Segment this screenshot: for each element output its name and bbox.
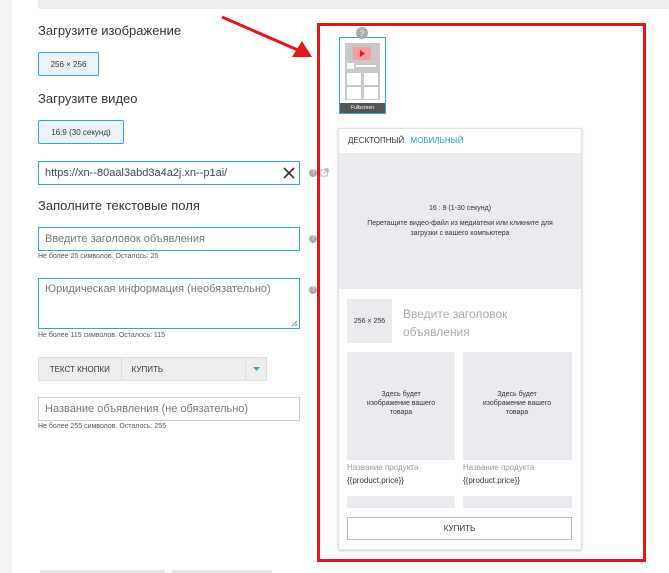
- video-ratio-text: 16 : 9 (1-30 секунд): [428, 205, 492, 212]
- fullscreen-format-thumbnail[interactable]: Fullscreen: [339, 37, 386, 114]
- tab-desktop[interactable]: ДЕСКТОПНЫЙ: [348, 136, 404, 145]
- image-size-button[interactable]: 256 × 256: [38, 52, 99, 76]
- url-help-icon[interactable]: ?: [309, 169, 317, 177]
- logo-placeholder[interactable]: 256 × 256: [347, 299, 392, 343]
- text-fields-heading: Заполните текстовые поля: [38, 198, 200, 213]
- video-ratio-button[interactable]: 16:9 (30 секунд): [38, 120, 124, 144]
- legal-info-placeholder: Юридическая информация (необязательно): [45, 283, 271, 295]
- title-hint: Не более 25 символов. Осталось: 25: [38, 253, 159, 260]
- resize-handle-icon[interactable]: [291, 320, 298, 327]
- legal-help-icon[interactable]: ?: [309, 286, 317, 294]
- cta-value: КУПИТЬ: [122, 358, 247, 380]
- ad-name-placeholder: Название объявления (не обязательно): [45, 403, 249, 415]
- product-price-1: {{product.price}}: [347, 476, 404, 485]
- fullscreen-badge: Fullscreen: [340, 103, 385, 113]
- legal-info-textarea[interactable]: Юридическая информация (необязательно): [38, 278, 300, 329]
- buy-button[interactable]: КУПИТЬ: [347, 517, 572, 540]
- url-input[interactable]: https://xn--80aal3abd3a4a2j.xn--p1ai/: [38, 161, 300, 185]
- thumb-screen: [345, 43, 380, 100]
- annotation-arrow: [221, 15, 312, 57]
- product-image-3: [347, 496, 455, 508]
- product-image-4: [463, 496, 572, 508]
- video-instruction-text: Перетащите видео-файл из медиатеки или к…: [367, 220, 553, 237]
- play-icon: [353, 47, 371, 60]
- product-image-1-text: Здесь будет изображение вашего товара: [366, 391, 436, 416]
- preview-title: Введите заголовок объявления: [403, 307, 508, 339]
- clear-url-icon[interactable]: [282, 166, 296, 180]
- name-hint: Не более 255 символов. Осталось: 255: [38, 423, 167, 430]
- legal-hint: Не более 115 символов. Осталось: 115: [38, 332, 166, 339]
- url-value: https://xn--80aal3abd3a4a2j.xn--p1ai/: [45, 167, 228, 179]
- tab-mobile[interactable]: МОБИЛЬНЫЙ: [411, 136, 464, 145]
- upload-image-heading: Загрузите изображение: [38, 23, 182, 38]
- upload-video-heading: Загрузите видео: [38, 91, 138, 106]
- preview-tabs: ДЕСКТОПНЫЙ МОБИЛЬНЫЙ: [348, 136, 464, 145]
- chevron-down-icon[interactable]: [246, 358, 266, 380]
- ad-title-placeholder: Введите заголовок объявления: [45, 233, 205, 245]
- product-name-2: Название продукта: [463, 463, 535, 472]
- product-name-1: Название продукта: [347, 463, 419, 472]
- cta-label: ТЕКСТ КНОПКИ: [39, 358, 122, 380]
- cta-dropdown[interactable]: ТЕКСТ КНОПКИ КУПИТЬ: [38, 357, 267, 381]
- title-help-icon[interactable]: ?: [309, 235, 317, 243]
- product-price-2: {{product.price}}: [463, 476, 520, 485]
- product-image-2-text: Здесь будет изображение вашего товара: [482, 391, 552, 416]
- format-help-icon[interactable]: ?: [356, 27, 368, 39]
- ad-title-input[interactable]: Введите заголовок объявления: [38, 227, 300, 251]
- ad-name-input[interactable]: Название объявления (не обязательно): [38, 397, 300, 421]
- top-strip: [38, 0, 669, 9]
